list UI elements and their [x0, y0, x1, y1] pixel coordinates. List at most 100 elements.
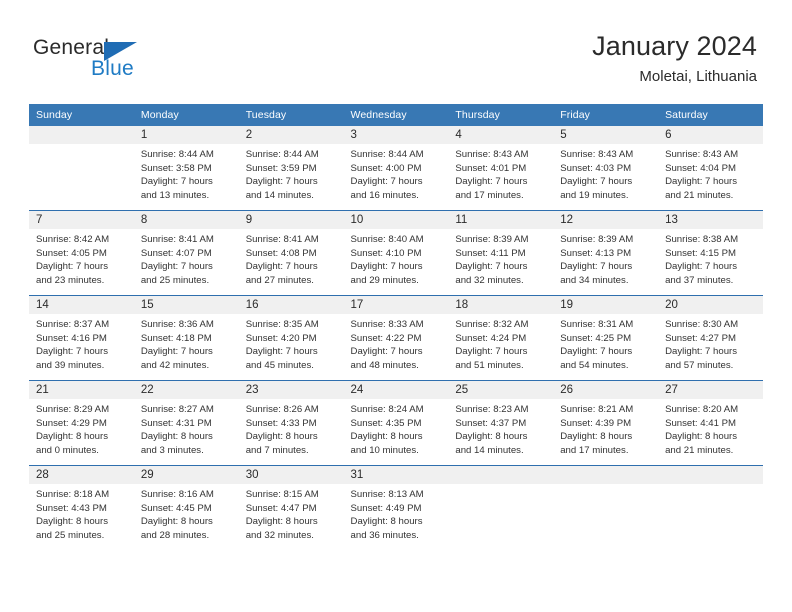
- calendar-container: Sunday Monday Tuesday Wednesday Thursday Frid…: [29, 104, 763, 550]
- calendar-day-cell[interactable]: 1 Sunrise: 8:44 AM Sunset: 3:58 PM Daylight…: [133, 126, 239, 211]
- day-number-band: 3: [343, 126, 449, 144]
- sunrise-line: Sunrise: 8:37 AM: [36, 319, 110, 330]
- daylight-line-1: Daylight: 7 hours: [665, 346, 738, 358]
- daylight-line-2: and 57 minutes.: [665, 359, 734, 371]
- day-cell-details: Sunrise: 8:43 AM Sunset: 4:04 PM Daylight:…: [658, 144, 763, 202]
- day-number-band: 16: [238, 296, 344, 314]
- daylight-line-1: Daylight: 8 hours: [455, 431, 528, 443]
- day-number: 8: [140, 214, 148, 226]
- day-number: 2: [245, 129, 253, 141]
- day-number-band: 18: [448, 296, 554, 314]
- calendar-day-cell[interactable]: 7 Sunrise: 8:42 AM Sunset: 4:05 PM Daylight…: [29, 210, 134, 296]
- sunset-line: Sunset: 4:47 PM: [245, 502, 317, 514]
- brand-logo[interactable]: General Blue: [33, 36, 263, 88]
- day-number-band: 17: [343, 296, 449, 314]
- day-cell-details: Sunrise: 8:21 AM Sunset: 4:39 PM Daylight:…: [553, 399, 658, 457]
- calendar-day-cell[interactable]: 4 Sunrise: 8:43 AM Sunset: 4:01 PM Daylight…: [448, 126, 554, 211]
- day-number: 30: [245, 469, 259, 481]
- daylight-line-2: and 23 minutes.: [36, 274, 105, 286]
- daylight-line-2: and 45 minutes.: [245, 359, 314, 371]
- calendar-day-cell[interactable]: 20 Sunrise: 8:30 AM Sunset: 4:27 PM Dayligh…: [658, 295, 763, 381]
- calendar-day-cell[interactable]: 6 Sunrise: 8:43 AM Sunset: 4:04 PM Daylight…: [658, 126, 763, 211]
- calendar-day-cell[interactable]: 12 Sunrise: 8:39 AM Sunset: 4:13 PM Dayligh…: [553, 210, 659, 296]
- calendar-day-cell[interactable]: 2 Sunrise: 8:44 AM Sunset: 3:59 PM Daylight…: [238, 126, 344, 211]
- weekday-header-monday: Monday: [133, 104, 239, 126]
- calendar-day-cell[interactable]: 26 Sunrise: 8:21 AM Sunset: 4:39 PM Dayligh…: [553, 380, 659, 466]
- sunrise-line: Sunrise: 8:30 AM: [665, 319, 739, 330]
- day-number-band: 6: [658, 126, 763, 144]
- day-number-band: 31: [343, 466, 449, 484]
- sunset-line: Sunset: 4:11 PM: [455, 247, 526, 259]
- sunrise-line: Sunrise: 8:44 AM: [140, 149, 214, 160]
- calendar-day-cell[interactable]: 8 Sunrise: 8:41 AM Sunset: 4:07 PM Daylight…: [133, 210, 239, 296]
- sunset-line: Sunset: 3:59 PM: [245, 162, 317, 174]
- day-number: 26: [560, 384, 574, 396]
- day-number-band: 9: [238, 211, 344, 229]
- calendar-day-cell[interactable]: 19 Sunrise: 8:31 AM Sunset: 4:25 PM Dayligh…: [553, 295, 659, 381]
- calendar-day-cell[interactable]: 18 Sunrise: 8:32 AM Sunset: 4:24 PM Dayligh…: [448, 295, 554, 381]
- calendar-day-cell[interactable]: 3 Sunrise: 8:44 AM Sunset: 4:00 PM Daylight…: [343, 126, 449, 211]
- calendar-day-cell[interactable]: 29 Sunrise: 8:16 AM Sunset: 4:45 PM Dayligh…: [133, 465, 239, 550]
- day-cell-details: Sunrise: 8:44 AM Sunset: 3:58 PM Daylight:…: [134, 144, 239, 202]
- daylight-line-1: Daylight: 8 hours: [560, 431, 633, 443]
- day-cell-details: Sunrise: 8:40 AM Sunset: 4:10 PM Daylight:…: [344, 229, 449, 287]
- daylight-line-1: Daylight: 7 hours: [245, 346, 318, 358]
- calendar-day-cell[interactable]: 13 Sunrise: 8:38 AM Sunset: 4:15 PM Dayligh…: [658, 210, 763, 296]
- sunset-line: Sunset: 4:16 PM: [36, 332, 107, 344]
- sunset-line: Sunset: 4:37 PM: [455, 417, 527, 429]
- day-cell-details: Sunrise: 8:23 AM Sunset: 4:37 PM Daylight:…: [448, 399, 553, 457]
- calendar-day-cell[interactable]: 17 Sunrise: 8:33 AM Sunset: 4:22 PM Dayligh…: [343, 295, 449, 381]
- daylight-line-1: Daylight: 7 hours: [350, 346, 423, 358]
- daylight-line-1: Daylight: 7 hours: [36, 261, 108, 273]
- daylight-line-2: and 27 minutes.: [245, 274, 314, 286]
- sunrise-line: Sunrise: 8:44 AM: [350, 149, 424, 160]
- calendar-day-cell[interactable]: 24 Sunrise: 8:24 AM Sunset: 4:35 PM Dayligh…: [343, 380, 449, 466]
- sunrise-line: Sunrise: 8:32 AM: [455, 319, 529, 330]
- sunrise-line: Sunrise: 8:38 AM: [665, 234, 739, 245]
- day-cell-details: Sunrise: 8:29 AM Sunset: 4:29 PM Daylight:…: [29, 399, 134, 457]
- daylight-line-2: and 16 minutes.: [350, 189, 419, 201]
- day-number-band: 7: [29, 211, 134, 229]
- day-number: 7: [36, 214, 43, 226]
- daylight-line-2: and 21 minutes.: [665, 189, 734, 201]
- daylight-line-2: and 51 minutes.: [455, 359, 524, 371]
- day-number: 4: [455, 129, 462, 141]
- sunset-line: Sunset: 4:29 PM: [36, 417, 107, 429]
- calendar-day-cell[interactable]: 11 Sunrise: 8:39 AM Sunset: 4:11 PM Dayligh…: [448, 210, 554, 296]
- sunset-line: Sunset: 4:27 PM: [665, 332, 736, 344]
- daylight-line-1: Daylight: 8 hours: [350, 431, 423, 443]
- sunset-line: Sunset: 4:03 PM: [560, 162, 632, 174]
- day-number: 27: [665, 384, 678, 396]
- daylight-line-2: and 54 minutes.: [560, 359, 629, 371]
- calendar-day-cell[interactable]: 22 Sunrise: 8:27 AM Sunset: 4:31 PM Dayligh…: [133, 380, 239, 466]
- daylight-line-1: Daylight: 8 hours: [36, 516, 108, 528]
- day-cell-details: Sunrise: 8:39 AM Sunset: 4:11 PM Daylight:…: [448, 229, 553, 287]
- calendar-day-cell[interactable]: 28 Sunrise: 8:18 AM Sunset: 4:43 PM Dayligh…: [29, 465, 134, 550]
- calendar-day-cell[interactable]: 25 Sunrise: 8:23 AM Sunset: 4:37 PM Dayligh…: [448, 380, 554, 466]
- calendar-day-cell[interactable]: 23 Sunrise: 8:26 AM Sunset: 4:33 PM Dayligh…: [238, 380, 344, 466]
- day-number-band: 27: [658, 381, 763, 399]
- calendar-day-cell[interactable]: 27 Sunrise: 8:20 AM Sunset: 4:41 PM Dayligh…: [658, 380, 763, 466]
- calendar-day-cell[interactable]: 21 Sunrise: 8:29 AM Sunset: 4:29 PM Dayligh…: [29, 380, 134, 466]
- sunrise-line: Sunrise: 8:40 AM: [350, 234, 424, 245]
- calendar-day-cell[interactable]: 16 Sunrise: 8:35 AM Sunset: 4:20 PM Dayligh…: [238, 295, 344, 381]
- day-number-band: 14: [29, 296, 134, 314]
- sunset-line: Sunset: 4:01 PM: [455, 162, 527, 174]
- day-cell-details: Sunrise: 8:41 AM Sunset: 4:08 PM Daylight:…: [239, 229, 344, 287]
- calendar-day-cell[interactable]: 31 Sunrise: 8:13 AM Sunset: 4:49 PM Dayligh…: [343, 465, 449, 550]
- calendar-day-cell[interactable]: 10 Sunrise: 8:40 AM Sunset: 4:10 PM Dayligh…: [343, 210, 449, 296]
- calendar-day-cell[interactable]: 15 Sunrise: 8:36 AM Sunset: 4:18 PM Dayligh…: [133, 295, 239, 381]
- sunrise-line: Sunrise: 8:43 AM: [665, 149, 739, 160]
- daylight-line-1: Daylight: 7 hours: [140, 346, 213, 358]
- day-number-band: 29: [133, 466, 239, 484]
- calendar-day-cell[interactable]: 5 Sunrise: 8:43 AM Sunset: 4:03 PM Daylight…: [553, 126, 659, 211]
- daylight-line-2: and 25 minutes.: [36, 529, 105, 541]
- calendar-day-cell[interactable]: 14 Sunrise: 8:37 AM Sunset: 4:16 PM Dayligh…: [29, 295, 134, 381]
- calendar-day-cell[interactable]: 9 Sunrise: 8:41 AM Sunset: 4:08 PM Daylight…: [238, 210, 344, 296]
- calendar-day-cell-empty: [553, 465, 659, 550]
- day-number: 6: [665, 129, 672, 141]
- daylight-line-2: and 48 minutes.: [350, 359, 419, 371]
- day-number-band: 15: [133, 296, 239, 314]
- daylight-line-1: Daylight: 7 hours: [560, 261, 633, 273]
- calendar-day-cell[interactable]: 30 Sunrise: 8:15 AM Sunset: 4:47 PM Dayligh…: [238, 465, 344, 550]
